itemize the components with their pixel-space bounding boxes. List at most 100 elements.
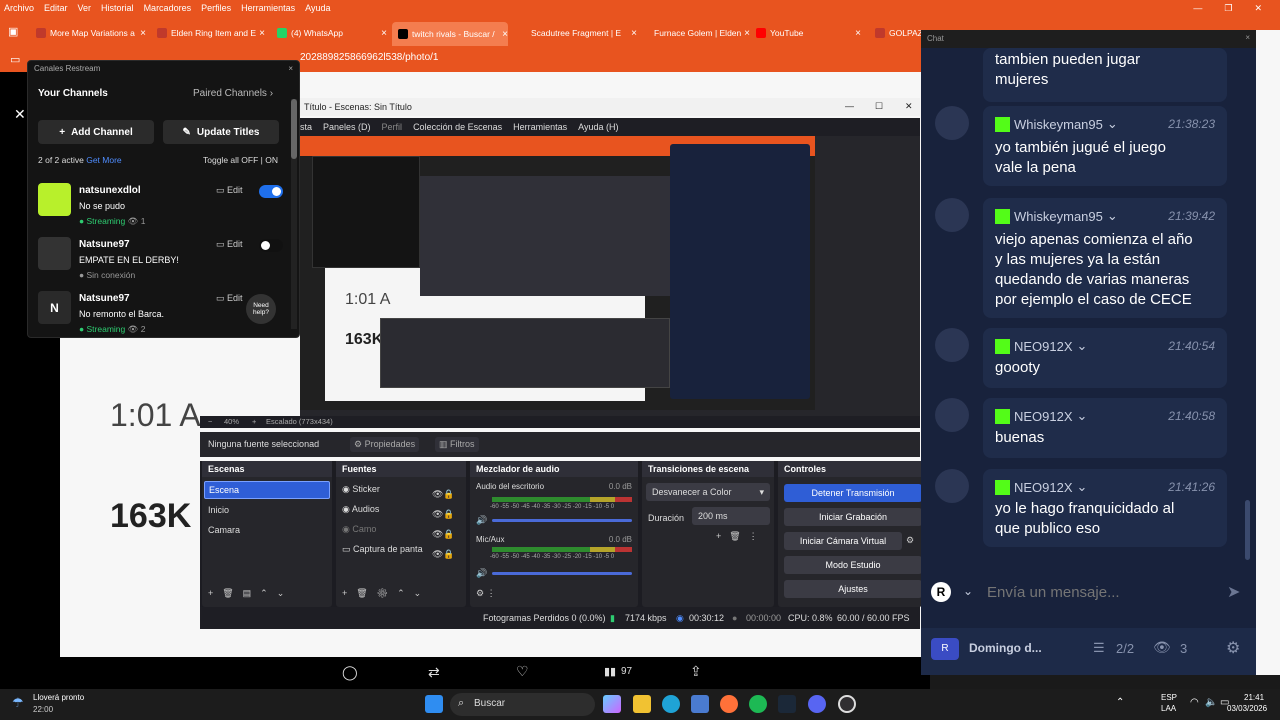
- message-user[interactable]: Whiskeyman95 ⌄: [995, 208, 1118, 224]
- menu-perfil[interactable]: Perfil: [382, 122, 403, 132]
- menu-perfiles[interactable]: Perfiles: [201, 3, 231, 13]
- store-icon[interactable]: [691, 695, 709, 713]
- clock-date[interactable]: 03/03/2026: [1227, 704, 1267, 713]
- menu-coleccion-escenas[interactable]: Colección de Escenas: [413, 122, 502, 132]
- tab-close-icon[interactable]: ×: [744, 28, 750, 39]
- like-icon[interactable]: ♡: [516, 663, 529, 680]
- transition-toolbar[interactable]: +🗑⋮: [716, 531, 766, 542]
- start-recording-button[interactable]: Iniciar Grabación: [784, 508, 922, 526]
- wifi-icon[interactable]: ◠: [1190, 697, 1199, 708]
- message-input[interactable]: [987, 580, 1207, 604]
- maximize-icon[interactable]: ☐: [875, 101, 883, 112]
- reply-icon[interactable]: ◯: [342, 664, 358, 681]
- discord-icon[interactable]: [808, 695, 826, 713]
- gear-icon[interactable]: ⚙: [1226, 638, 1240, 658]
- tab-whatsapp[interactable]: (4) WhatsApp ×: [277, 24, 387, 42]
- maximize-icon[interactable]: ❐: [1224, 3, 1232, 14]
- retweet-icon[interactable]: ⇄: [428, 664, 440, 681]
- tab-scadutree-fragment[interactable]: Scadutree Fragment | E ×: [517, 24, 637, 42]
- speaker-icon[interactable]: 🔈: [1205, 697, 1217, 708]
- weather-icon[interactable]: ☂: [12, 695, 24, 711]
- edit-button[interactable]: ▭ Edit: [216, 239, 243, 250]
- tab-close-icon[interactable]: ×: [631, 28, 637, 39]
- edit-button[interactable]: ▭ Edit: [216, 293, 243, 304]
- tab-elden-ring-item[interactable]: Elden Ring Item and E ×: [157, 24, 265, 42]
- copilot-icon[interactable]: [603, 695, 621, 713]
- tab-twitch-rivals[interactable]: twitch rivals - Buscar / ×: [392, 22, 508, 46]
- zoom-level[interactable]: 40%: [224, 417, 239, 426]
- filters-button[interactable]: ▥ Filtros: [435, 437, 479, 452]
- mixer-settings-icon[interactable]: ⚙ ⋮: [476, 588, 496, 599]
- message-user[interactable]: NEO912X ⌄: [995, 408, 1087, 424]
- transition-select[interactable]: Desvanecer a Color ▾: [646, 483, 770, 501]
- source-item[interactable]: ◉ Audios: [342, 504, 379, 515]
- sidebar-toggle-icon[interactable]: ▭: [10, 53, 20, 66]
- obs-preview[interactable]: 1:01 A 163K: [300, 136, 920, 418]
- tab-list-icon[interactable]: ▣: [8, 25, 18, 38]
- send-icon[interactable]: ➤: [1227, 582, 1240, 602]
- speaker-icon[interactable]: 🔊: [476, 568, 487, 579]
- properties-button[interactable]: ⚙ Propiedades: [350, 437, 420, 452]
- file-explorer-icon[interactable]: [633, 695, 651, 713]
- virtual-camera-button[interactable]: Iniciar Cámara Virtual: [784, 532, 902, 550]
- tab-golpazo[interactable]: GOLPAZO: [875, 24, 925, 42]
- menu-ver[interactable]: Ver: [78, 3, 92, 13]
- message-user[interactable]: NEO912X ⌄: [995, 338, 1087, 354]
- visibility-icons[interactable]: 👁🔒 👁🔒 👁🔒 👁🔒: [432, 484, 455, 564]
- restream-logo-icon[interactable]: R: [931, 582, 951, 602]
- spotify-icon[interactable]: [749, 695, 767, 713]
- source-toolbar[interactable]: +🗑⚙⌃⌄: [342, 588, 430, 599]
- close-icon[interactable]: ×: [288, 64, 293, 73]
- source-item[interactable]: ◉ Camo: [342, 524, 376, 535]
- chevron-down-icon[interactable]: ⌄: [963, 584, 973, 598]
- tab-close-icon[interactable]: ×: [259, 28, 265, 39]
- views-icon[interactable]: ▮▮: [604, 665, 616, 678]
- windows-start-icon[interactable]: [425, 695, 443, 713]
- settings-button[interactable]: Ajustes: [784, 580, 922, 598]
- menu-historial[interactable]: Historial: [101, 3, 134, 13]
- add-channel-button[interactable]: + Add Channel: [38, 120, 154, 144]
- scale-label[interactable]: Escalado (773x434): [266, 417, 333, 426]
- weather-text[interactable]: Lloverá pronto: [33, 693, 84, 702]
- tab-close-icon[interactable]: ×: [381, 28, 387, 39]
- paired-channels-link[interactable]: Paired Channels ›: [193, 88, 273, 99]
- source-item[interactable]: ▭ Captura de panta: [342, 544, 423, 555]
- search-box[interactable]: ⌕ Buscar: [450, 693, 595, 716]
- studio-mode-button[interactable]: Modo Estudio: [784, 556, 922, 574]
- channel-toggle[interactable]: [259, 239, 283, 252]
- message-user[interactable]: Whiskeyman95 ⌄: [995, 116, 1118, 132]
- message-user[interactable]: NEO912X ⌄: [995, 479, 1087, 495]
- close-icon[interactable]: ✕: [14, 106, 26, 123]
- get-more-link[interactable]: Get More: [86, 155, 121, 165]
- zoom-in-icon[interactable]: +: [252, 417, 256, 426]
- tab-close-icon[interactable]: ×: [855, 28, 861, 39]
- stop-stream-button[interactable]: Detener Transmisión: [784, 484, 922, 502]
- channel-toggle[interactable]: [259, 185, 283, 198]
- close-icon[interactable]: ×: [1245, 33, 1250, 42]
- tab-furnace-golem[interactable]: Furnace Golem | Elden ×: [640, 24, 750, 42]
- tab-map-variations[interactable]: More Map Variations a ×: [36, 24, 146, 42]
- edge-icon[interactable]: [662, 695, 680, 713]
- close-icon[interactable]: ✕: [905, 101, 913, 112]
- language[interactable]: ESP: [1161, 693, 1177, 702]
- scrollbar[interactable]: [1245, 500, 1250, 560]
- volume-slider[interactable]: [492, 572, 632, 575]
- share-icon[interactable]: ⇪: [690, 663, 702, 680]
- update-titles-button[interactable]: ✎ Update Titles: [163, 120, 279, 144]
- menu-marcadores[interactable]: Marcadores: [144, 3, 192, 13]
- scrollbar[interactable]: [291, 99, 297, 329]
- steam-icon[interactable]: [778, 695, 796, 713]
- tab-close-icon[interactable]: ×: [502, 29, 508, 40]
- volume-slider[interactable]: [492, 519, 632, 522]
- menu-ayuda[interactable]: Ayuda: [305, 3, 330, 13]
- speaker-icon[interactable]: 🔊: [476, 515, 487, 526]
- tab-close-icon[interactable]: ×: [140, 28, 146, 39]
- scene-item[interactable]: Inicio: [208, 505, 229, 515]
- toggle-all[interactable]: Toggle all OFF | ON: [203, 155, 278, 165]
- menu-paneles[interactable]: Paneles (D): [323, 122, 371, 132]
- scene-item[interactable]: Camara: [208, 525, 240, 535]
- firefox-icon[interactable]: [720, 695, 738, 713]
- scene-item[interactable]: Escena: [204, 481, 330, 499]
- need-help-button[interactable]: Need help?: [246, 294, 276, 324]
- chevron-up-icon[interactable]: ⌃: [1116, 697, 1124, 708]
